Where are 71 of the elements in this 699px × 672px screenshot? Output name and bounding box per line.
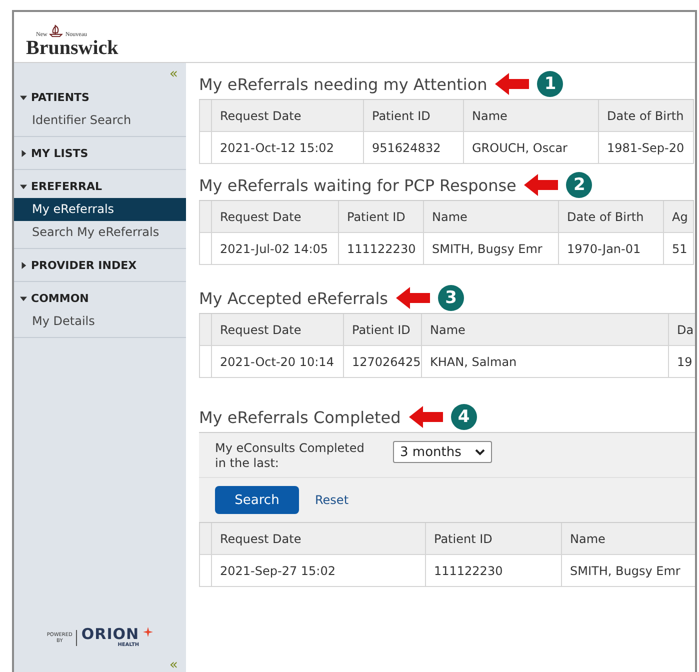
logo-divider bbox=[76, 630, 78, 646]
table-cell: 1981-Sep-20 bbox=[599, 132, 694, 164]
table-cell: 127026425 bbox=[344, 346, 422, 378]
section-title: My eReferrals needing my Attention bbox=[199, 74, 488, 94]
sidebar-item[interactable]: Identifier Search bbox=[14, 109, 186, 132]
section-title: EREFERRAL bbox=[31, 180, 102, 192]
column-header[interactable]: Patient ID bbox=[426, 523, 562, 555]
column-header[interactable]: Name bbox=[464, 100, 599, 132]
ship-icon bbox=[48, 22, 64, 38]
arrow-icon bbox=[495, 73, 530, 95]
table-cell: 2021-Jul-02 14:05 bbox=[212, 233, 339, 265]
filter-label: My eConsults Completed in the last: bbox=[215, 441, 366, 471]
section-title: My Accepted eReferrals bbox=[199, 288, 388, 308]
step-number: 1 bbox=[537, 71, 564, 97]
section-title: COMMON bbox=[31, 292, 89, 304]
sidebar-section-header[interactable]: MY LISTS bbox=[14, 141, 186, 165]
column-header[interactable]: Patient ID bbox=[339, 201, 424, 233]
table-cell: SMITH, Bugsy Emr bbox=[424, 233, 559, 265]
table-cell: SMITH, Bugsy Emr bbox=[562, 555, 695, 587]
section-title: My eReferrals waiting for PCP Response bbox=[199, 176, 516, 194]
arrow-icon bbox=[396, 287, 430, 309]
caret-icon bbox=[20, 150, 27, 156]
sidebar-item[interactable]: My eReferrals bbox=[14, 198, 186, 221]
section-title: PROVIDER INDEX bbox=[31, 258, 137, 272]
column-header[interactable]: Name bbox=[422, 314, 669, 346]
column-header[interactable]: Ag bbox=[664, 201, 694, 233]
arrow-icon bbox=[524, 174, 558, 196]
table-cell: 1970-Jan-01 bbox=[559, 233, 664, 265]
arrow-icon bbox=[408, 406, 443, 428]
section-title: PATIENTS bbox=[31, 90, 90, 104]
chevron-icon bbox=[475, 448, 486, 456]
caret-icon bbox=[20, 182, 27, 190]
brand-name: ORION bbox=[81, 627, 140, 642]
logo-name: Brunswick bbox=[26, 38, 118, 58]
search-button[interactable]: Search bbox=[215, 486, 299, 514]
column-header[interactable]: Request Date bbox=[212, 523, 426, 555]
table-cell: 951624832 bbox=[364, 132, 464, 164]
section-title: MY LISTS bbox=[31, 146, 88, 160]
column-header[interactable]: Patient ID bbox=[364, 100, 464, 132]
column-header[interactable]: Name bbox=[424, 201, 559, 233]
caret-icon bbox=[20, 262, 27, 268]
table-cell: KHAN, Salman bbox=[422, 346, 669, 378]
step-number: 4 bbox=[450, 404, 477, 430]
table-cell: 2021-Oct-20 10:14 bbox=[212, 346, 344, 378]
sidebar-item[interactable]: My Details bbox=[14, 310, 186, 333]
table-cell: GROUCH, Oscar bbox=[464, 132, 599, 164]
sidebar-item[interactable]: Search My eReferrals bbox=[14, 221, 186, 244]
step-number: 2 bbox=[566, 172, 592, 198]
step-number: 3 bbox=[438, 285, 464, 311]
column-header[interactable]: Patient ID bbox=[344, 314, 422, 346]
column-header[interactable]: Date of Birth bbox=[599, 100, 694, 132]
sidebar-section-header[interactable]: PATIENTS bbox=[14, 85, 186, 109]
caret-icon bbox=[20, 294, 27, 302]
section-title: My eReferrals Completed bbox=[199, 408, 401, 426]
table-cell: 51 bbox=[664, 233, 694, 265]
column-header[interactable]: Request Date bbox=[212, 314, 344, 346]
caret-icon bbox=[20, 94, 27, 100]
table-cell: 2021-Sep-27 15:02 bbox=[212, 555, 426, 587]
table-cell: 111122230 bbox=[426, 555, 562, 587]
sidebar-section-header[interactable]: PROVIDER INDEX bbox=[14, 253, 186, 277]
table-cell: 111122230 bbox=[339, 233, 424, 265]
column-header[interactable]: Date of Birth bbox=[559, 201, 664, 233]
period-dropdown[interactable]: 3 months bbox=[393, 441, 492, 463]
sidebar-section-header[interactable]: EREFERRAL bbox=[14, 174, 186, 198]
table-cell: 2021-Oct-12 15:02 bbox=[212, 132, 364, 164]
column-header[interactable]: Request Date bbox=[212, 100, 364, 132]
reset-link[interactable]: Reset bbox=[315, 493, 349, 507]
sidebar-section-header[interactable]: COMMON bbox=[14, 286, 186, 310]
star-icon bbox=[143, 627, 154, 637]
column-header[interactable]: Request Date bbox=[212, 201, 339, 233]
column-header[interactable]: Da bbox=[669, 314, 695, 346]
